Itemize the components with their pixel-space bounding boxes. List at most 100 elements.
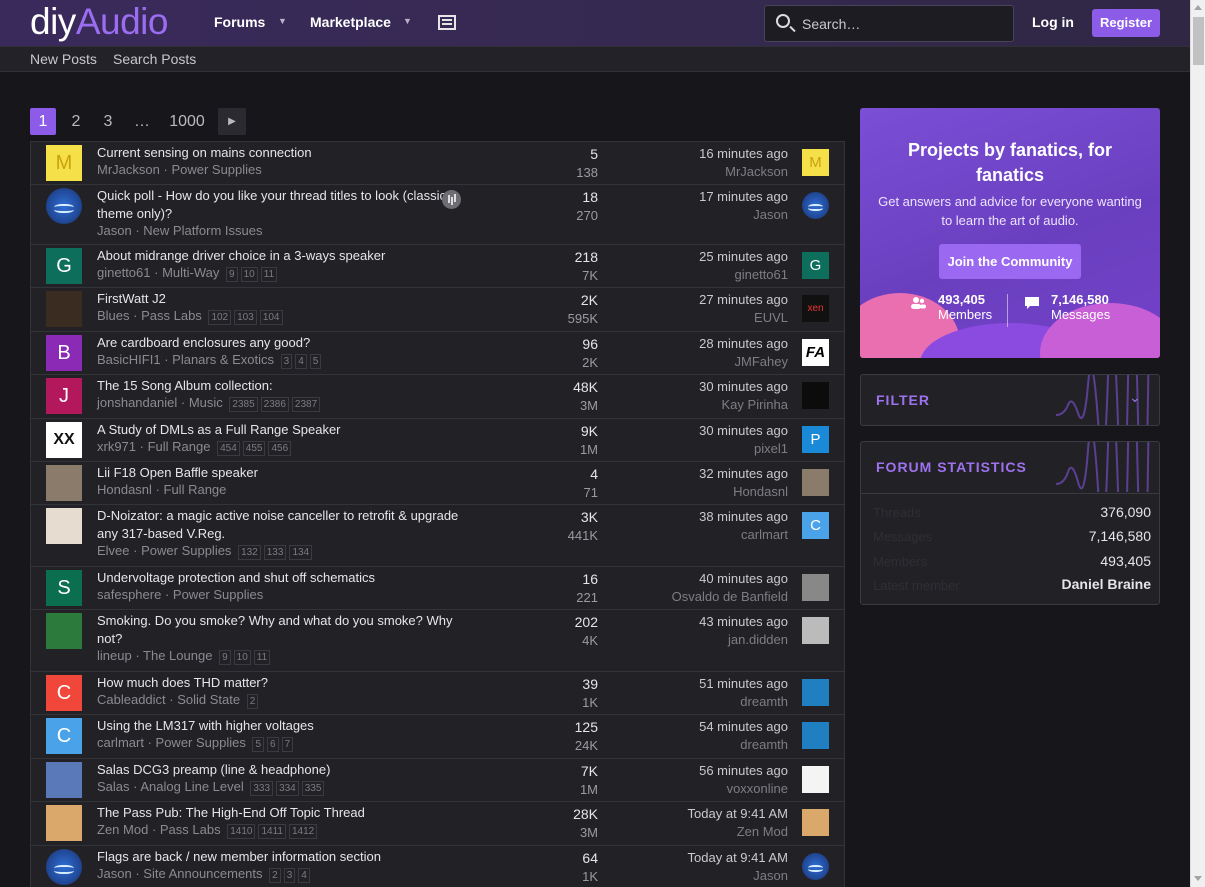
thread-title[interactable]: Undervoltage protection and shut off sch… — [97, 569, 467, 587]
author-avatar[interactable]: J — [46, 378, 82, 414]
last-poster-name[interactable]: pixel1 — [631, 441, 788, 456]
last-poster-name[interactable]: jan.didden — [631, 632, 788, 647]
page-scrollbar[interactable] — [1190, 0, 1205, 887]
thread-forum[interactable]: Power Supplies — [171, 162, 261, 177]
last-poster-name[interactable]: Jason — [631, 207, 788, 222]
author-avatar[interactable]: C — [46, 675, 82, 711]
last-poster-name[interactable]: carlmart — [631, 527, 788, 542]
last-poster-avatar[interactable] — [802, 853, 829, 880]
scroll-down-arrow-icon[interactable] — [1194, 876, 1202, 881]
thread-author[interactable]: carlmart — [97, 735, 144, 750]
author-avatar[interactable]: G — [46, 248, 82, 284]
thread-title[interactable]: About midrange driver choice in a 3-ways… — [97, 247, 467, 265]
thread-forum[interactable]: Power Supplies — [156, 735, 246, 750]
thread-page-link[interactable]: 102 — [208, 310, 232, 325]
thread-forum[interactable]: Solid State — [177, 692, 240, 707]
thread-author[interactable]: safesphere — [97, 587, 161, 602]
thread-author[interactable]: Jason — [97, 223, 132, 238]
last-post-time[interactable]: 28 minutes ago — [631, 336, 788, 351]
thread-row[interactable]: XX A Study of DMLs as a Full Range Speak… — [31, 419, 844, 462]
thread-row[interactable]: S Undervoltage protection and shut off s… — [31, 567, 844, 610]
thread-author[interactable]: Elvee — [97, 543, 130, 558]
last-poster-name[interactable]: Kay Pirinha — [631, 397, 788, 412]
filter-panel[interactable]: FILTER ⌄ — [860, 374, 1160, 426]
last-poster-name[interactable]: dreamth — [631, 694, 788, 709]
author-avatar[interactable]: B — [46, 335, 82, 371]
last-poster-name[interactable]: JMFahey — [631, 354, 788, 369]
thread-page-link[interactable]: 3 — [280, 354, 293, 369]
thread-title[interactable]: Smoking. Do you smoke? Why and what do y… — [97, 612, 467, 648]
thread-page-link[interactable]: 104 — [259, 310, 283, 325]
last-poster-name[interactable]: Osvaldo de Banfield — [631, 589, 788, 604]
author-avatar[interactable] — [46, 508, 82, 544]
thread-page-link[interactable]: 335 — [301, 781, 325, 796]
nav-marketplace[interactable]: Marketplace — [310, 14, 391, 30]
last-poster-name[interactable]: Hondasnl — [631, 484, 788, 499]
new-posts-link[interactable]: New Posts — [30, 51, 97, 67]
thread-row[interactable]: FirstWatt J2 Blues · Pass Labs 102 103 104… — [31, 288, 844, 332]
author-avatar[interactable]: M — [46, 145, 82, 181]
login-link[interactable]: Log in — [1032, 14, 1074, 30]
last-poster-avatar[interactable] — [802, 617, 829, 644]
thread-row[interactable]: Salas DCG3 preamp (line & headphone) Sal… — [31, 759, 844, 802]
thread-page-link[interactable]: 1412 — [288, 824, 318, 839]
last-poster-avatar[interactable] — [802, 766, 829, 793]
author-avatar[interactable] — [46, 465, 82, 501]
thread-page-link[interactable]: 5 — [252, 737, 265, 752]
last-poster-avatar[interactable]: G — [802, 252, 829, 279]
thread-page-link[interactable]: 10 — [240, 267, 258, 282]
last-post-time[interactable]: 30 minutes ago — [631, 379, 788, 394]
thread-page-link[interactable]: 6 — [267, 737, 279, 752]
thread-title[interactable]: D-Noizator: a magic active noise cancell… — [97, 507, 467, 543]
page-last-button[interactable]: 1000 — [164, 108, 210, 135]
scroll-up-arrow-icon[interactable] — [1194, 5, 1202, 10]
author-avatar[interactable]: S — [46, 570, 82, 606]
search-input[interactable]: Search… — [764, 5, 1014, 42]
search-posts-link[interactable]: Search Posts — [113, 51, 196, 67]
last-post-time[interactable]: 30 minutes ago — [631, 423, 788, 438]
thread-forum[interactable]: New Platform Issues — [143, 223, 262, 238]
filter-chevron-down-icon[interactable]: ⌄ — [1129, 389, 1141, 406]
thread-page-link[interactable]: 2385 — [229, 397, 258, 412]
author-avatar[interactable] — [46, 849, 82, 885]
thread-title[interactable]: Are cardboard enclosures any good? — [97, 334, 467, 352]
last-post-time[interactable]: Today at 9:41 AM — [631, 806, 788, 821]
thread-page-link[interactable]: 456 — [268, 441, 292, 456]
last-post-time[interactable]: 32 minutes ago — [631, 466, 788, 481]
thread-author[interactable]: lineup — [97, 648, 132, 663]
thread-page-link[interactable]: 1411 — [258, 824, 286, 839]
thread-forum[interactable]: Pass Labs — [141, 308, 202, 323]
next-page-arrow-icon[interactable]: ▶ — [218, 108, 246, 135]
page-3-button[interactable]: 3 — [98, 108, 118, 135]
thread-author[interactable]: ginetto61 — [97, 265, 151, 280]
thread-forum[interactable]: Multi-Way — [162, 265, 219, 280]
thread-author[interactable]: Hondasnl — [97, 482, 152, 497]
author-avatar[interactable]: C — [46, 718, 82, 754]
last-poster-avatar[interactable] — [802, 382, 829, 409]
last-post-time[interactable]: Today at 9:41 AM — [631, 850, 788, 865]
last-poster-avatar[interactable]: P — [802, 426, 829, 453]
thread-forum[interactable]: Full Range — [164, 482, 227, 497]
thread-page-link[interactable]: 455 — [242, 441, 266, 456]
last-poster-avatar[interactable]: FA — [802, 339, 829, 366]
thread-title[interactable]: Salas DCG3 preamp (line & headphone) — [97, 761, 467, 779]
last-poster-name[interactable]: ginetto61 — [631, 267, 789, 282]
last-post-time[interactable]: 51 minutes ago — [631, 676, 788, 691]
thread-forum[interactable]: Site Announcements — [143, 866, 262, 881]
whats-new-list-icon[interactable] — [438, 15, 456, 30]
author-avatar[interactable] — [46, 613, 82, 649]
last-poster-avatar[interactable] — [802, 192, 829, 219]
thread-row[interactable]: B Are cardboard enclosures any good? Bas… — [31, 332, 844, 375]
author-avatar[interactable] — [46, 291, 82, 327]
thread-page-link[interactable]: 134 — [289, 545, 313, 560]
last-poster-name[interactable]: EUVL — [631, 310, 788, 325]
last-poster-name[interactable]: dreamth — [631, 737, 788, 752]
thread-page-link[interactable]: 132 — [238, 545, 261, 560]
thread-page-link[interactable]: 3 — [283, 868, 296, 883]
last-post-time[interactable]: 40 minutes ago — [631, 571, 788, 586]
thread-title[interactable]: Using the LM317 with higher voltages — [97, 717, 467, 735]
thread-row[interactable]: D-Noizator: a magic active noise cancell… — [31, 505, 844, 567]
last-poster-avatar[interactable] — [802, 469, 829, 496]
thread-forum[interactable]: Pass Labs — [160, 822, 221, 837]
thread-author[interactable]: Salas — [97, 779, 130, 794]
